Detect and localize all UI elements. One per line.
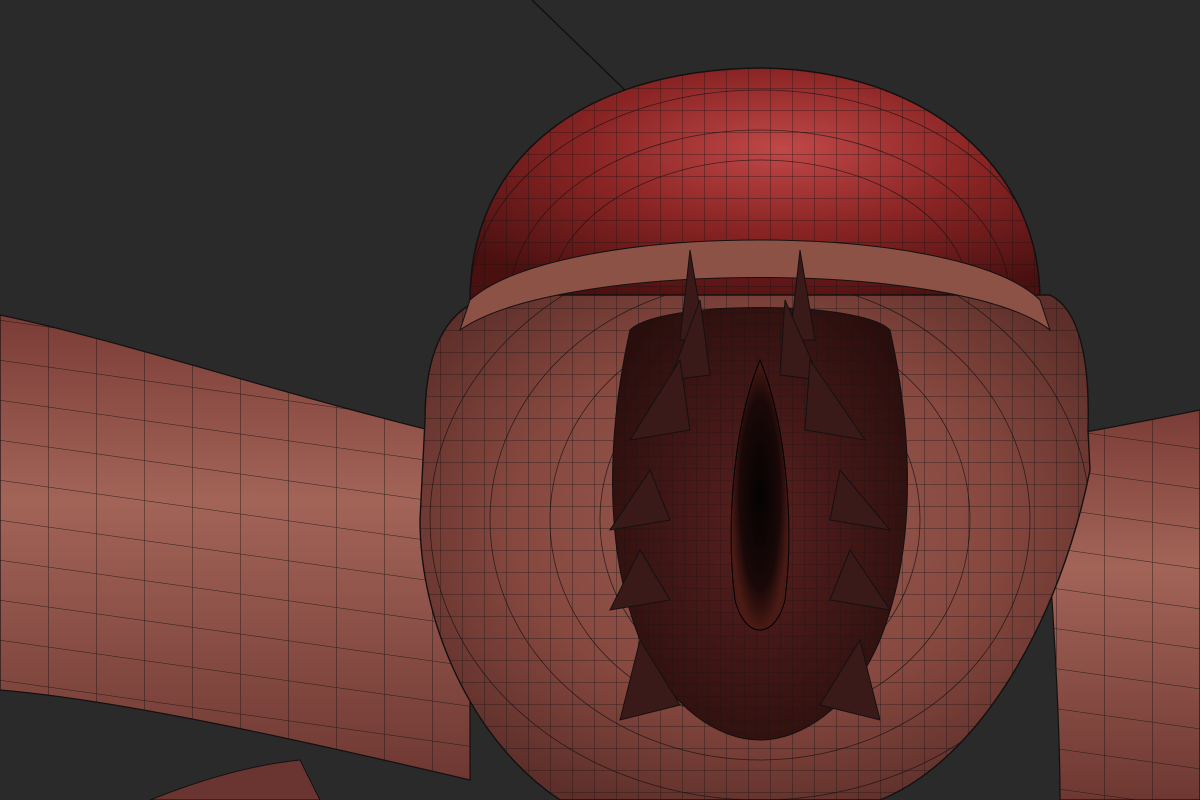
3d-viewport[interactable] [0, 0, 1200, 800]
left-limb[interactable] [0, 314, 471, 781]
light-guide-line [531, 0, 631, 96]
lower-limb-edge [149, 759, 321, 800]
viewport-scene[interactable] [0, 0, 1200, 800]
